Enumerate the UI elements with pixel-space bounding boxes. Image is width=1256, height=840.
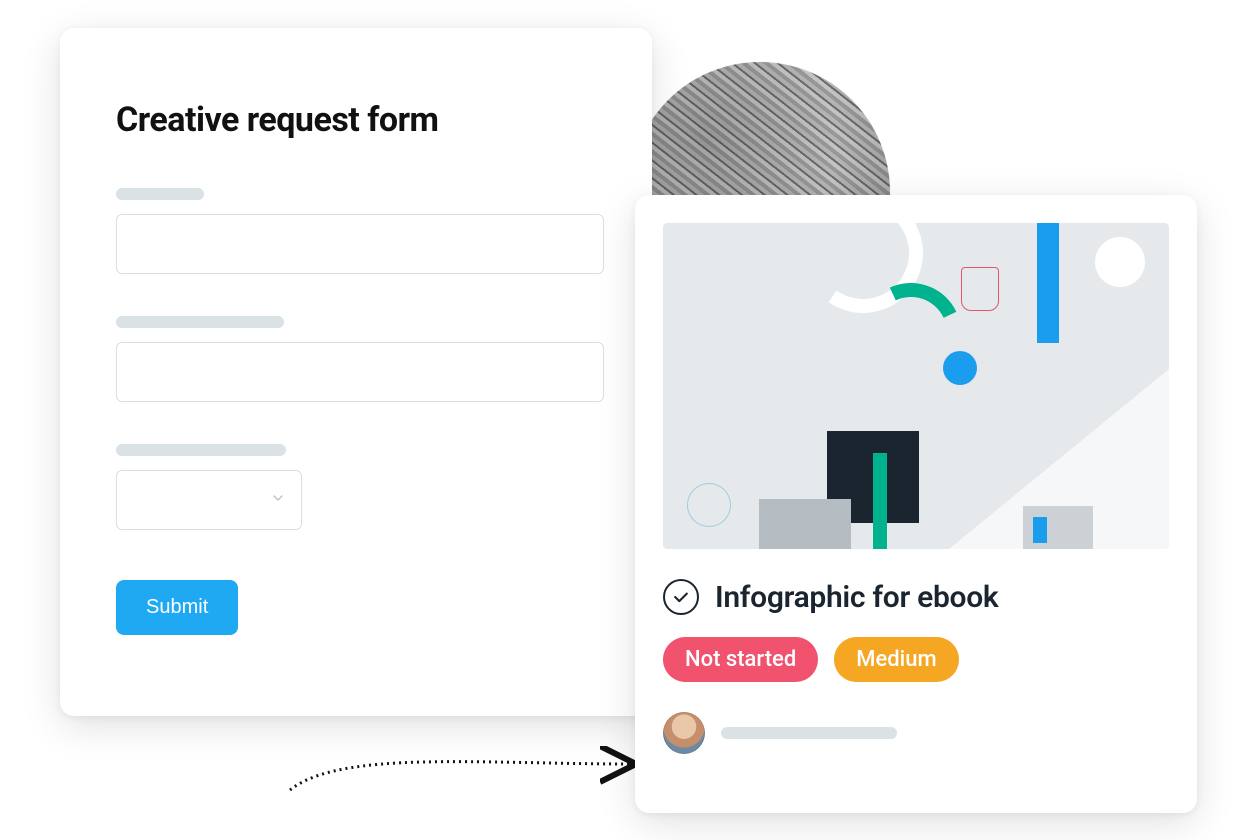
form-field-3 (116, 444, 596, 530)
form-field-2 (116, 316, 596, 402)
complete-task-checkbox[interactable] (663, 579, 699, 615)
select-input[interactable] (116, 470, 302, 530)
priority-badge[interactable]: Medium (834, 637, 958, 682)
status-badge[interactable]: Not started (663, 637, 818, 682)
creative-request-form-card: Creative request form Submit (60, 28, 652, 716)
field-label-placeholder (116, 444, 286, 456)
assignee-name-placeholder (721, 727, 897, 739)
text-input-1[interactable] (116, 214, 604, 274)
arrow-connector-icon (280, 740, 660, 810)
submit-button[interactable]: Submit (116, 580, 238, 635)
field-label-placeholder (116, 188, 204, 200)
form-field-1 (116, 188, 596, 274)
task-title: Infographic for ebook (715, 580, 998, 615)
form-title: Creative request form (116, 100, 596, 140)
task-card: Infographic for ebook Not started Medium (635, 195, 1197, 813)
field-label-placeholder (116, 316, 284, 328)
text-input-2[interactable] (116, 342, 604, 402)
assignee-avatar[interactable] (663, 712, 705, 754)
task-cover-image (663, 223, 1169, 549)
